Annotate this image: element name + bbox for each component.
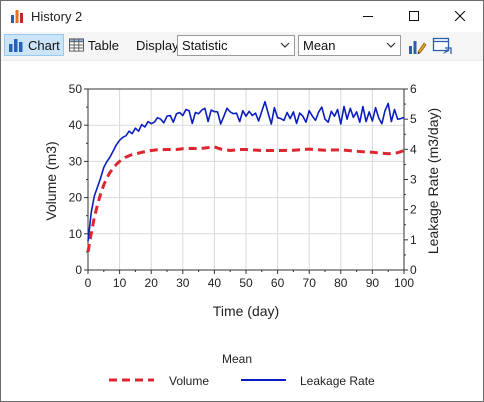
table-view-label: Table [87,37,119,53]
chevron-down-icon [386,42,396,48]
title-bar[interactable]: History 2 [1,1,483,31]
statistic-select[interactable]: Mean [298,35,401,56]
history-window: History 2 Chart Table Display: Statistic… [0,0,484,402]
toolbar: Chart Table Display: Statistic Mean [1,32,483,61]
display-select-value: Statistic [182,38,228,53]
x-axis-label: Time (day) [213,303,279,319]
minimize-icon [363,16,373,17]
maximize-icon [409,11,419,21]
chart-app-icon [11,10,23,23]
close-icon [455,11,465,21]
x-tick-label: 20 [145,276,159,290]
x-tick-label: 60 [271,276,285,290]
y-right-tick-label: 2 [410,203,417,217]
y-left-tick-label: 10 [69,227,83,241]
x-tick-label: 50 [239,276,253,290]
display-label: Display: [136,38,183,53]
x-tick-label: 70 [303,276,317,290]
y-right-axis-label: Leakage Rate (m3/day) [425,108,441,254]
chart-view-button[interactable]: Chart [4,34,64,56]
window-title: History 2 [31,9,83,24]
legend-title: Mean [222,352,252,366]
y-left-tick-label: 50 [69,82,83,96]
export-chart-icon[interactable] [432,36,452,56]
legend-leakage-label: Leakage Rate [300,374,375,388]
table-view-button[interactable]: Table [67,34,119,56]
close-button[interactable] [437,1,483,31]
y-left-tick-label: 40 [69,118,83,132]
x-tick-label: 0 [85,276,92,290]
bar-chart-icon [9,39,23,52]
y-left-tick-label: 30 [69,154,83,168]
display-select[interactable]: Statistic [177,35,295,56]
legend-volume-label: Volume [169,374,209,388]
legend: Mean Volume Leakage Rate [109,352,375,388]
y-right-tick-label: 4 [410,142,417,156]
y-right-tick-label: 0 [410,263,417,277]
y-left-axis-label: Volume (m3) [43,141,59,220]
x-tick-label: 90 [366,276,380,290]
minimize-button[interactable] [345,1,391,31]
chevron-down-icon [280,42,290,48]
statistic-select-value: Mean [303,38,336,53]
chart-properties-icon[interactable] [407,36,427,56]
y-right-tick-label: 3 [410,173,417,187]
chart-view-label: Chart [28,37,60,53]
table-icon [69,38,84,52]
x-tick-label: 10 [113,276,127,290]
y-right-tick-label: 5 [410,112,417,126]
x-tick-label: 80 [334,276,348,290]
x-tick-label: 30 [176,276,190,290]
history-chart: 0 10 20 30 40 50 60 70 80 90 100010203040500123456… [43,82,441,388]
y-right-tick-label: 6 [410,82,417,96]
y-left-tick-label: 20 [69,191,83,205]
y-left-tick-label: 0 [75,263,82,277]
x-tick-label: 40 [208,276,222,290]
maximize-button[interactable] [391,1,437,31]
y-right-tick-label: 1 [410,233,417,247]
x-tick-label: 100 [394,276,414,290]
